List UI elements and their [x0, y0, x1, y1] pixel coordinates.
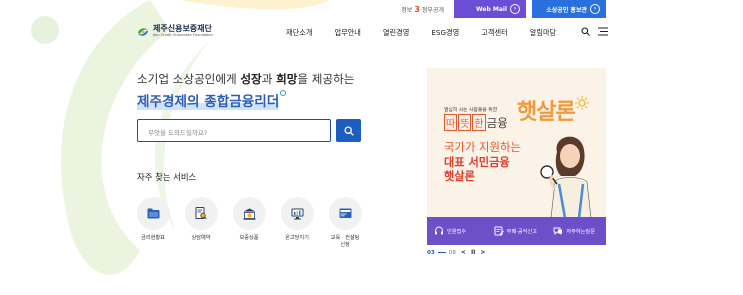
search-box: [137, 119, 331, 144]
utility-bar: 정보 3 정부공개 Web Mail › 소상공인 홍보관 ›: [401, 0, 606, 18]
quick-link-corruption-report[interactable]: 부패·공익신고: [487, 226, 547, 236]
quick-links-bar: 민원접수 부패·공익신고 자주하는질문: [427, 217, 606, 245]
service-label: 온고당지기: [285, 235, 309, 241]
bank-icon: [232, 197, 266, 230]
search-icon[interactable]: [581, 27, 590, 36]
promo-main-line1: 대표 서민금융: [444, 156, 510, 169]
arrow-right-icon: ›: [510, 4, 520, 14]
service-consult-booking[interactable]: 상담예약: [181, 197, 221, 242]
nav-item-services[interactable]: 업무안내: [334, 28, 360, 38]
small-business-promo-button[interactable]: 소상공인 홍보관 ›: [532, 0, 606, 18]
promo-brand-title: 햇살론: [517, 100, 576, 125]
pager-current: 03: [427, 249, 435, 256]
woman-with-magnifier-illustration: [540, 136, 592, 217]
search-button[interactable]: [336, 119, 361, 142]
quick-link-label: 자주하는질문: [566, 228, 595, 235]
open-gov-suffix: 정부공개: [421, 6, 444, 14]
intro-text-growth: 성장: [240, 72, 262, 86]
quick-link-faq[interactable]: 자주하는질문: [546, 226, 606, 236]
pause-icon[interactable]: II: [471, 249, 475, 256]
web-mail-button[interactable]: Web Mail ›: [454, 0, 526, 18]
small-business-promo-label: 소상공인 홍보관: [546, 6, 587, 14]
promo-pager: 03 08 < II >: [427, 249, 485, 256]
pager-total: 08: [448, 249, 456, 256]
nav-item-foundation[interactable]: 재단소개: [286, 28, 312, 38]
site-logo[interactable]: 제주신용보증재단 Jeju Credit Guarantee Foundatio…: [137, 25, 213, 38]
service-rate-table[interactable]: 금리현황표: [133, 197, 173, 242]
nav-item-open-management[interactable]: 열린경영: [383, 28, 409, 38]
arrow-right-icon: ›: [590, 4, 600, 14]
dot-icon: [280, 90, 287, 96]
quick-link-complaint[interactable]: 민원접수: [427, 226, 487, 236]
intro-text-e: 을 제공하는: [297, 72, 355, 86]
nav-item-customer-center[interactable]: 고객센터: [481, 28, 507, 38]
promo-gov-support: 국가가 지원하는: [444, 140, 521, 154]
intro-text-a: 소기업 소상공인에게: [137, 72, 241, 86]
open-gov-number: 3: [414, 4, 420, 14]
quick-link-label: 민원접수: [447, 228, 467, 235]
service-ongodangji[interactable]: 온고당지기: [277, 197, 317, 242]
promo-small-text: 열심히 사는 사람들을 위한: [444, 108, 498, 113]
web-mail-label: Web Mail: [476, 5, 507, 13]
headset-icon: [435, 226, 443, 235]
brand-name-english: Jeju Credit Guarantee Foundation: [153, 33, 213, 37]
promo-warm-tail: 금융: [486, 116, 508, 130]
main-navigation: 재단소개 업무안내 열린경영 ESG경영 고객센터 알림마당: [286, 28, 578, 38]
header-actions: [581, 27, 608, 36]
promo-banner-sunshine-loan[interactable]: 열심히 사는 사람들을 위한 따 뜻 한 금융 햇살론 국가가 지원하는 대표 서민금…: [427, 68, 606, 217]
intro-headline: 제주경제의 종합금융리더: [137, 90, 287, 110]
pager-progress-bar: [437, 252, 446, 253]
promo-warm-finance: 따 뜻 한 금융: [444, 114, 508, 131]
folder-icon: [136, 197, 170, 230]
brand-name-korean: 제주신용보증재단: [153, 24, 212, 33]
intro-tagline: 소기업 소상공인에게 성장과 희망을 제공하는: [137, 71, 354, 87]
promo-warm-char: 한: [472, 114, 486, 131]
monitor-chart-icon: [280, 197, 314, 230]
sun-icon: [575, 96, 589, 110]
service-guarantee-products[interactable]: 보증상품: [229, 197, 269, 242]
service-label: 교육 · 컨설팅 신청: [330, 235, 360, 248]
promo-main-line2: 햇살론: [444, 170, 475, 183]
card-icon: [328, 197, 362, 230]
intro-headline-text: 제주경제의 종합금융리더: [137, 94, 280, 110]
frequent-services-title: 자주 찾는 서비스: [137, 172, 197, 182]
intro-text-hope: 희망: [276, 72, 298, 86]
quick-link-label: 부패·공익신고: [506, 228, 537, 235]
logo-mark-icon: [138, 27, 148, 36]
open-government-link[interactable]: 정보 3 정부공개: [401, 5, 444, 14]
search-icon: [343, 125, 354, 136]
intro-text-c: 과: [261, 72, 277, 86]
service-education-consulting[interactable]: 교육 · 컨설팅 신청: [325, 197, 365, 249]
prev-arrow-icon[interactable]: <: [461, 249, 466, 256]
service-label: 금리현황표: [141, 235, 165, 241]
service-label: 보증상품: [239, 235, 259, 241]
service-label: 상담예약: [191, 235, 211, 241]
search-input[interactable]: [146, 122, 330, 144]
promo-warm-char: 뜻: [458, 114, 472, 131]
nav-item-notice[interactable]: 알림마당: [530, 28, 556, 38]
next-arrow-icon[interactable]: >: [480, 249, 485, 256]
site-header: 제주신용보증재단 Jeju Credit Guarantee Foundatio…: [0, 18, 743, 48]
report-icon: [494, 226, 504, 236]
nav-item-esg[interactable]: ESG경영: [431, 28, 459, 38]
open-gov-label: 정보: [401, 6, 413, 14]
document-search-icon: [184, 197, 218, 230]
faq-icon: [553, 227, 563, 236]
promo-main-title: 대표 서민금융 햇살론: [444, 156, 510, 184]
menu-icon[interactable]: [598, 27, 608, 36]
promo-warm-char: 따: [444, 114, 458, 131]
